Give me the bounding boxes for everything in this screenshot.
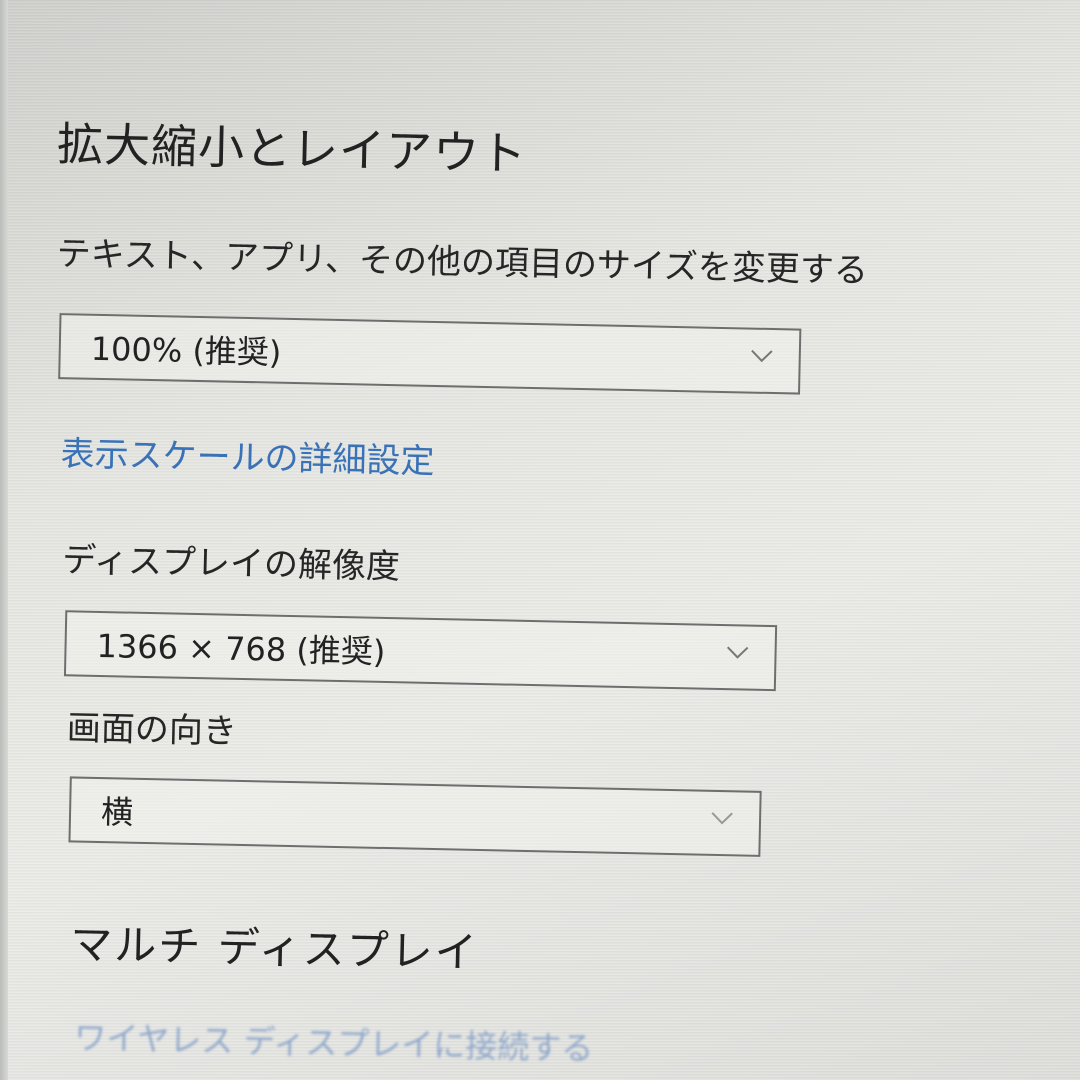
display-settings-panel: 拡大縮小とレイアウト テキスト、アプリ、その他の項目のサイズを変更する 100%… <box>56 100 868 1067</box>
window-edge <box>0 0 8 1080</box>
orientation-label: 画面の向き <box>66 708 238 752</box>
section-title: 拡大縮小とレイアウト <box>56 116 528 181</box>
chevron-down-icon <box>751 345 773 367</box>
advanced-scaling-link[interactable]: 表示スケールの詳細設定 <box>60 426 435 483</box>
chevron-down-icon <box>711 807 733 829</box>
multi-display-title: マルチ ディスプレイ <box>69 919 480 977</box>
settings-window: 拡大縮小とレイアウト テキスト、アプリ、その他の項目のサイズを変更する 100%… <box>0 0 1080 1080</box>
orientation-dropdown-value: 横 <box>100 793 134 832</box>
chevron-down-icon <box>726 641 749 663</box>
wireless-display-link[interactable]: ワイヤレス ディスプレイに接続する <box>74 1013 594 1070</box>
scale-label: テキスト、アプリ、その他の項目のサイズを変更する <box>56 234 869 291</box>
scale-dropdown-value: 100% (推奨) <box>90 329 282 372</box>
resolution-dropdown[interactable]: 1366 × 768 (推奨) <box>63 610 778 692</box>
scale-dropdown[interactable]: 100% (推奨) <box>58 313 802 395</box>
resolution-label: ディスプレイの解像度 <box>61 540 401 588</box>
orientation-dropdown[interactable]: 横 <box>68 776 762 857</box>
resolution-dropdown-value: 1366 × 768 (推奨) <box>96 626 386 671</box>
